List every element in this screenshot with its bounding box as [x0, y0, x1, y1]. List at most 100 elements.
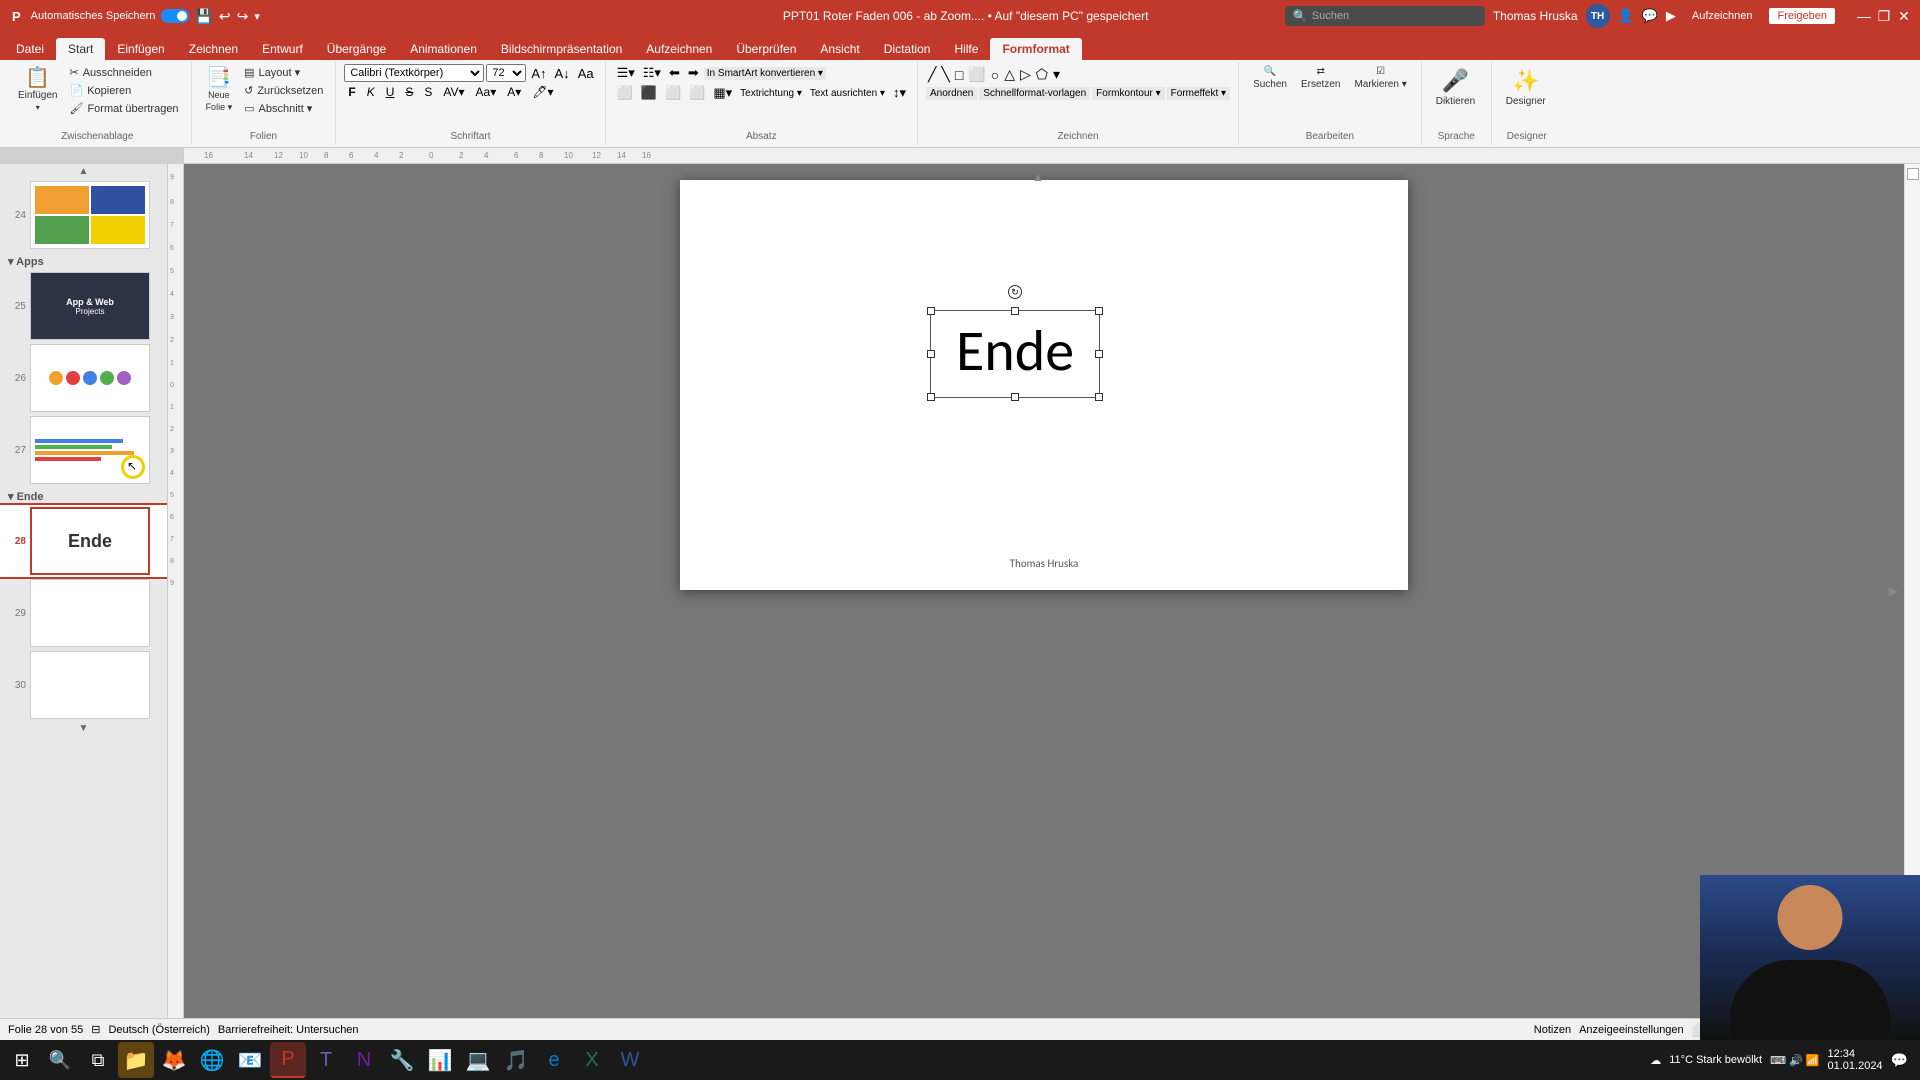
handle-bm[interactable] [1011, 393, 1019, 401]
formeffekt-button[interactable]: Formeffekt ▾ [1167, 87, 1230, 100]
minimize-button[interactable]: — [1856, 8, 1872, 24]
slide-item-24[interactable]: 24 [0, 179, 167, 251]
handle-tl[interactable] [927, 307, 935, 315]
neue-folie-button[interactable]: 📑 Neue Folie ▾ [200, 64, 239, 117]
columns-button[interactable]: ▦▾ [710, 84, 735, 102]
formkontour-button[interactable]: Formkontour ▾ [1092, 87, 1164, 100]
share-icon[interactable]: 👤 [1618, 8, 1634, 24]
system-clock[interactable]: 12:3401.01.2024 [1828, 1048, 1883, 1072]
tab-aufzeichnen[interactable]: Aufzeichnen [634, 38, 724, 60]
taskbar-edge[interactable]: e [536, 1042, 572, 1078]
suchen-button[interactable]: 🔍 Suchen [1247, 64, 1293, 92]
taskbar-chrome[interactable]: 🌐 [194, 1042, 230, 1078]
format-uebertragen-button[interactable]: 🖌Format übertragen [65, 100, 182, 117]
justify-button[interactable]: ⬜ [686, 84, 708, 102]
taskbar-word[interactable]: W [612, 1042, 648, 1078]
scroll-up-canvas[interactable]: ▲ [1032, 170, 1044, 184]
notifications-icon[interactable]: 💬 [1891, 1052, 1908, 1069]
section-apps[interactable]: Apps [0, 251, 167, 270]
align-right-button[interactable]: ⬜ [662, 84, 684, 102]
taskbar-teams[interactable]: T [308, 1042, 344, 1078]
scroll-up[interactable]: ▲ [0, 164, 167, 179]
present-icon[interactable]: ▶ [1666, 8, 1676, 24]
font-color-button[interactable]: A▾ [503, 84, 525, 100]
close-button[interactable]: ✕ [1896, 8, 1912, 24]
kopieren-button[interactable]: 📄Kopieren [65, 82, 182, 99]
comments-icon[interactable]: 💬 [1642, 8, 1658, 24]
increase-indent-button[interactable]: ➡ [685, 64, 702, 82]
tab-hilfe[interactable]: Hilfe [942, 38, 990, 60]
taskbar-excel[interactable]: X [574, 1042, 610, 1078]
bullets-button[interactable]: ☰▾ [614, 64, 638, 82]
language-status[interactable]: Deutsch (Österreich) [108, 1024, 209, 1036]
slide-item-25[interactable]: 25 App & Web Projects [0, 270, 167, 342]
tab-entwurf[interactable]: Entwurf [250, 38, 315, 60]
slide-item-27[interactable]: 27 ↖ [0, 414, 167, 486]
shape-more[interactable]: ▾ [1051, 64, 1062, 85]
ausschneiden-button[interactable]: ✂Ausschneiden [65, 64, 182, 81]
handle-mr[interactable] [1095, 350, 1103, 358]
section-ende[interactable]: Ende [0, 486, 167, 505]
user-avatar[interactable]: TH [1586, 4, 1610, 28]
shape-7[interactable]: ▷ [1018, 64, 1033, 85]
markieren-button[interactable]: ☑ Markieren ▾ [1348, 64, 1412, 92]
start-button[interactable]: ⊞ [4, 1042, 40, 1078]
line-spacing-button[interactable]: ↕▾ [890, 84, 909, 102]
rotate-handle[interactable]: ↻ [1008, 285, 1022, 299]
layout-button[interactable]: ▤Layout ▾ [240, 64, 327, 81]
tab-uebergaenge[interactable]: Übergänge [315, 38, 398, 60]
ersetzen-button[interactable]: ⇄ Ersetzen [1295, 64, 1346, 92]
font-selector[interactable]: Calibri (Textkörper) [344, 64, 484, 82]
strikethrough-button[interactable]: S [401, 84, 417, 100]
textbox-selected[interactable]: ↻ Ende [930, 310, 1100, 398]
numbering-button[interactable]: ☷▾ [640, 64, 664, 82]
taskbar-powerpoint[interactable]: P [270, 1042, 306, 1078]
shape-5[interactable]: ○ [989, 65, 1001, 85]
shape-3[interactable]: □ [953, 65, 965, 85]
case-button[interactable]: Aa▾ [472, 84, 501, 100]
handle-bl[interactable] [927, 393, 935, 401]
taskbar-app2[interactable]: 📊 [422, 1042, 458, 1078]
taskbar-outlook[interactable]: 📧 [232, 1042, 268, 1078]
slide-item-30[interactable]: 30 [0, 649, 167, 721]
share-btn[interactable]: Freigeben [1768, 7, 1836, 25]
highlight-button[interactable]: 🖊▾ [528, 84, 557, 100]
canvas-area[interactable]: ↻ Ende Thomas Hruska ▶ ▲ [184, 164, 1904, 1018]
einfuegen-button[interactable]: 📋 Einfügen ▾ [12, 64, 63, 116]
underline-button[interactable]: U [382, 84, 399, 100]
align-left-button[interactable]: ⬜ [614, 84, 636, 102]
tab-ueberpruefen[interactable]: Überprüfen [724, 38, 808, 60]
spacing-button[interactable]: AV▾ [439, 84, 468, 100]
taskbar-app1[interactable]: 🔧 [384, 1042, 420, 1078]
notes-button[interactable]: Notizen [1534, 1024, 1571, 1036]
scroll-down[interactable]: ▼ [0, 721, 167, 736]
shape-4[interactable]: ⬜ [966, 64, 987, 85]
tab-bildschirm[interactable]: Bildschirmpräsentation [489, 38, 634, 60]
increase-font-button[interactable]: A↑ [528, 65, 549, 82]
undo-icon[interactable]: ↩ [219, 8, 231, 25]
tab-formformat[interactable]: Formformat [990, 38, 1081, 60]
view-settings-button[interactable]: Anzeigeeinstellungen [1579, 1024, 1684, 1036]
tab-datei[interactable]: Datei [4, 38, 56, 60]
shape-2[interactable]: ╲ [939, 64, 951, 85]
save-icon[interactable]: 💾 [195, 8, 212, 25]
slide-item-28[interactable]: 28 Ende [0, 505, 167, 577]
align-center-button[interactable]: ⬛ [638, 84, 660, 102]
taskbar-app3[interactable]: 💻 [460, 1042, 496, 1078]
text-align-button[interactable]: Text ausrichten ▾ [807, 87, 888, 100]
text-direction-button[interactable]: Textrichtung ▾ [737, 87, 805, 100]
decrease-font-button[interactable]: A↓ [552, 65, 573, 82]
tab-zeichnen[interactable]: Zeichnen [177, 38, 250, 60]
scroll-right-arrow[interactable]: ▶ [1889, 584, 1898, 598]
tab-einfuegen[interactable]: Einfügen [105, 38, 176, 60]
decrease-indent-button[interactable]: ⬅ [666, 64, 683, 82]
bold-button[interactable]: F [344, 84, 359, 100]
search-button[interactable]: 🔍 [42, 1042, 78, 1078]
italic-button[interactable]: K [363, 84, 379, 100]
record-btn[interactable]: Aufzeichnen [1684, 8, 1761, 24]
handle-tr[interactable] [1095, 307, 1103, 315]
shape-8[interactable]: ⬠ [1034, 64, 1050, 85]
slide-item-26[interactable]: 26 [0, 342, 167, 414]
font-size-selector[interactable]: 72 [486, 64, 526, 82]
smartart-button[interactable]: In SmartArt konvertieren ▾ [704, 67, 826, 80]
